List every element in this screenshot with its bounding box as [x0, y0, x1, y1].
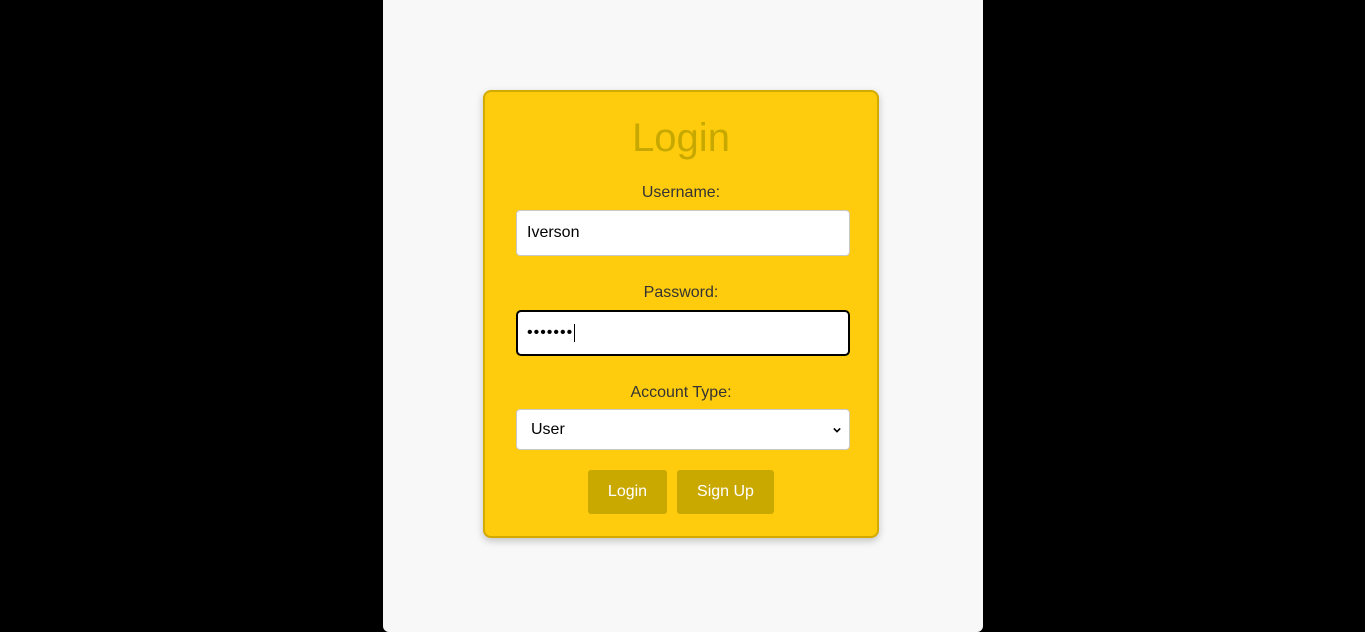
password-label: Password: — [643, 284, 719, 301]
account-type-select[interactable]: User — [516, 409, 850, 450]
text-cursor — [574, 324, 576, 342]
username-label: Username: — [641, 184, 721, 201]
form-buttons: Login Sign Up — [485, 470, 877, 514]
login-form-card: Login Username: Password: ••••••• Accoun… — [483, 90, 879, 538]
password-masked-value: ••••••• — [527, 324, 574, 341]
username-input[interactable] — [516, 210, 850, 256]
login-button[interactable]: Login — [588, 470, 667, 514]
chevron-down-icon — [833, 427, 841, 433]
page-panel: Login Username: Password: ••••••• Accoun… — [383, 0, 983, 632]
account-type-label: Account Type: — [630, 384, 732, 401]
password-input[interactable]: ••••••• — [516, 310, 850, 356]
account-type-selected-value: User — [531, 420, 565, 438]
login-title: Login — [632, 116, 730, 160]
sign-up-button[interactable]: Sign Up — [677, 470, 774, 514]
